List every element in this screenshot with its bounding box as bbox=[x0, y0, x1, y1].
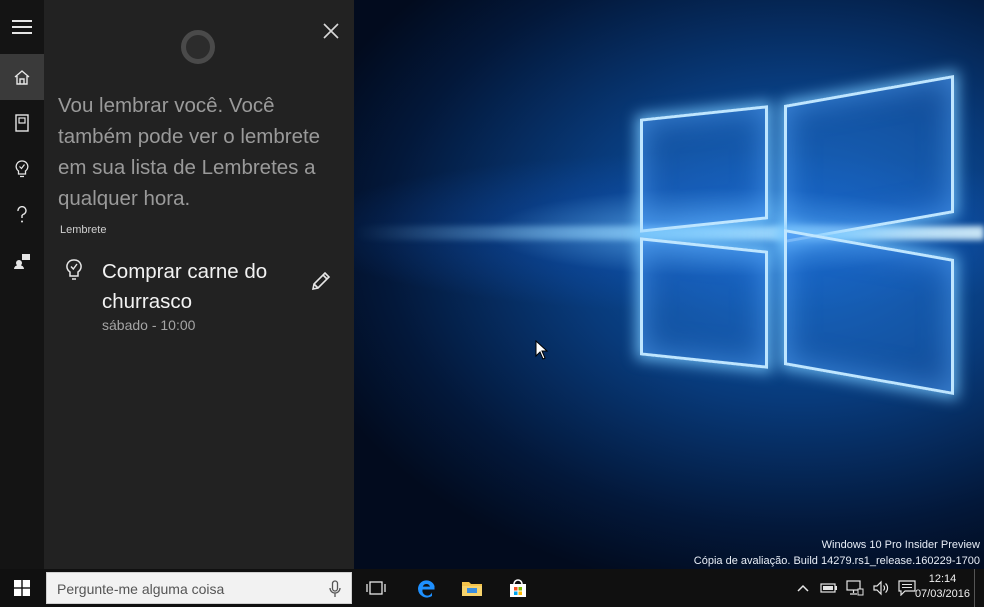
question-icon bbox=[17, 206, 27, 223]
home-icon bbox=[14, 70, 30, 85]
show-desktop-button[interactable] bbox=[974, 569, 984, 607]
clock-date: 07/03/2016 bbox=[914, 588, 970, 600]
start-button[interactable] bbox=[0, 569, 44, 607]
action-center-icon[interactable] bbox=[898, 580, 916, 596]
network-icon[interactable] bbox=[846, 580, 864, 596]
chevron-up-icon[interactable] bbox=[796, 583, 810, 593]
lightbulb-icon bbox=[66, 259, 82, 280]
task-view-icon bbox=[366, 581, 386, 595]
store-icon bbox=[510, 579, 526, 597]
home-button[interactable] bbox=[0, 54, 44, 100]
file-explorer-icon bbox=[462, 582, 482, 596]
logo-pane-top-left bbox=[640, 105, 768, 233]
cortana-panel: Vou lembrar você. Você também pode ver o… bbox=[44, 0, 354, 569]
watermark-build: Cópia de avaliação. Build 14279.rs1_rele… bbox=[693, 555, 980, 567]
logo-pane-bottom-right bbox=[784, 229, 954, 395]
reminder-title[interactable]: Comprar carne do churrasco bbox=[102, 257, 302, 317]
hamburger-icon bbox=[12, 20, 32, 34]
cortana-message: Vou lembrar você. Você também pode ver o… bbox=[58, 94, 321, 210]
watermark-edition: Windows 10 Pro Insider Preview bbox=[821, 539, 980, 551]
reminders-button[interactable] bbox=[0, 146, 44, 192]
clock-time: 12:14 bbox=[928, 573, 957, 585]
task-view-button[interactable] bbox=[354, 569, 398, 607]
taskbar: 12:14 07/03/2016 bbox=[0, 569, 984, 607]
logo-pane-bottom-left bbox=[640, 237, 768, 369]
microphone-icon[interactable] bbox=[329, 580, 341, 598]
windows-logo-icon bbox=[14, 580, 30, 596]
cortana-nav-rail bbox=[0, 0, 44, 569]
lightbulb-icon bbox=[15, 160, 29, 178]
cortana-circle-icon bbox=[181, 30, 215, 64]
help-button[interactable] bbox=[0, 192, 44, 238]
store-button[interactable] bbox=[496, 569, 540, 607]
cortana-search-box[interactable] bbox=[46, 572, 352, 605]
mouse-cursor-icon bbox=[535, 340, 549, 360]
notebook-icon bbox=[15, 114, 29, 132]
notebook-button[interactable] bbox=[0, 100, 44, 146]
feedback-icon bbox=[14, 254, 30, 269]
logo-pane-top-right bbox=[784, 75, 954, 243]
search-input[interactable] bbox=[55, 573, 319, 605]
volume-icon[interactable] bbox=[872, 580, 890, 596]
hamburger-menu-button[interactable] bbox=[0, 0, 44, 54]
file-explorer-button[interactable] bbox=[450, 569, 494, 607]
edit-pencil-icon[interactable] bbox=[310, 270, 332, 292]
edge-icon bbox=[417, 580, 435, 598]
edge-button[interactable] bbox=[404, 569, 448, 607]
feedback-button[interactable] bbox=[0, 238, 44, 284]
build-watermark: Windows 10 Pro Insider Preview Cópia de … bbox=[694, 537, 980, 569]
close-icon[interactable] bbox=[322, 22, 340, 40]
taskbar-clock[interactable]: 12:14 07/03/2016 bbox=[915, 572, 970, 602]
reminder-time: sábado - 10:00 bbox=[102, 317, 196, 333]
reminder-section-label: Lembrete bbox=[60, 224, 107, 236]
system-tray bbox=[790, 569, 920, 607]
battery-icon[interactable] bbox=[820, 582, 838, 594]
